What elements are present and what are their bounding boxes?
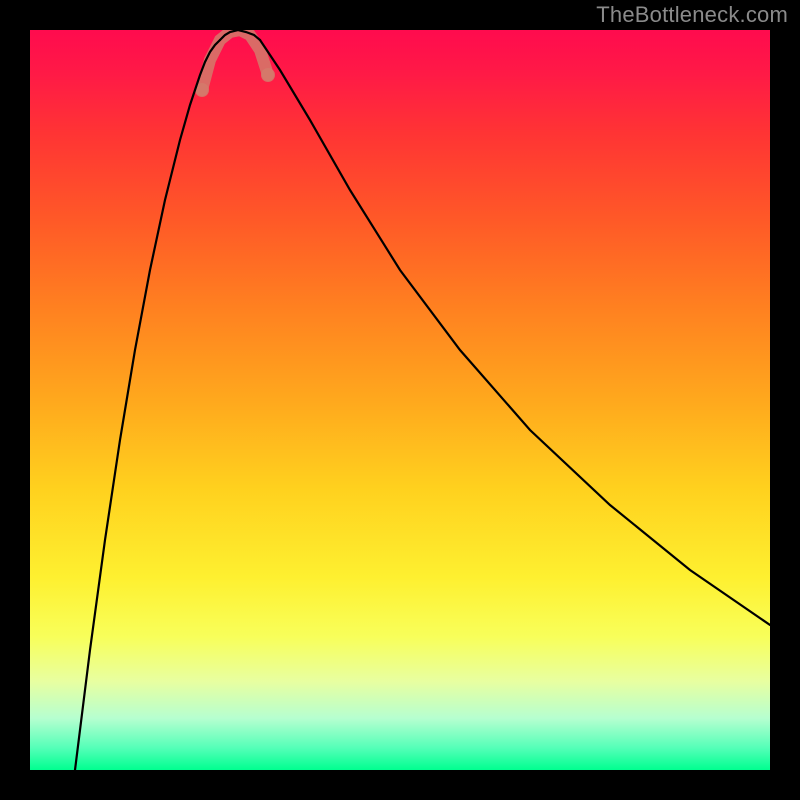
bottleneck-curve-left-branch [75,40,220,770]
plot-area [30,30,770,770]
bottleneck-curve-right-branch [260,40,770,625]
watermark-text: TheBottleneck.com [596,2,788,28]
valley-highlight-dot [261,68,275,82]
curve-svg [30,30,770,770]
chart-frame: TheBottleneck.com [0,0,800,800]
